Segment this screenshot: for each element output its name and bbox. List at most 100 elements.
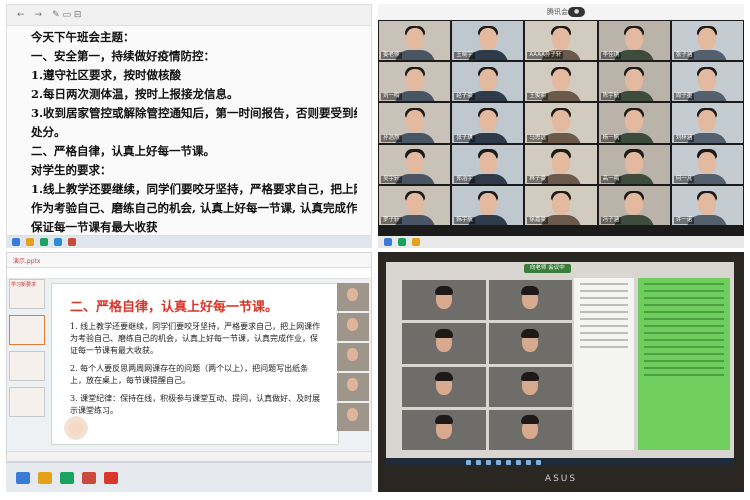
participant-name: 姜老师 [381, 52, 402, 60]
participant-tile[interactable]: 刘一鸣 [379, 62, 451, 102]
video-conference-window: 腾讯会议 ● 姜老师 王晓宇 AAAA孙子轩 李佳琪 张子涵刘一鸣 赵子豪 王俊熙 陈宇航 周子… [378, 4, 744, 236]
participant-tile[interactable]: 陈宇航 [598, 62, 670, 102]
participant-face [625, 192, 644, 215]
slide-thumbnail[interactable] [9, 351, 45, 381]
slide-thumbnail[interactable]: 学习新要求 [9, 279, 45, 309]
participant-name: 林子豪 [527, 175, 548, 183]
participant-name: 郑浩宇 [454, 175, 475, 183]
participant-camera [337, 373, 369, 401]
participant-name: 罗子轩 [381, 217, 402, 224]
participant-tile[interactable]: 吴宇轩 [379, 144, 451, 184]
participant-tile[interactable]: AAAA孙子轩 [525, 21, 597, 61]
participant-tile[interactable]: 冯子涵 [598, 185, 670, 225]
participant-face [625, 28, 644, 51]
meeting-icon[interactable] [54, 238, 62, 246]
folder-icon[interactable] [38, 471, 52, 484]
folder-icon[interactable] [412, 238, 420, 246]
participant-name: 许一诺 [673, 217, 695, 224]
participant-face [551, 28, 570, 51]
participant-face [405, 28, 424, 51]
browser-icon[interactable] [398, 238, 406, 246]
start-icon[interactable] [12, 238, 20, 246]
slide-paragraph: 3. 课堂纪律：保持在线，积极参与课堂互动、提问，认真做好、及时展示课堂练习。 [70, 394, 321, 415]
document-window: ← → ✎ ▭ ⊟ 今天下午班会主题： 一、安全第一，持续做好疫情防控： 1.遵… [6, 4, 372, 236]
participant-tile[interactable]: 孙浩然 [379, 103, 451, 143]
laptop-taskbar [386, 458, 734, 466]
browser-icon[interactable] [60, 471, 74, 484]
participant-tile[interactable]: 罗子轩 [379, 185, 451, 225]
forward-icon[interactable]: → [35, 10, 43, 20]
doc-line: 今天下午班会主题： [31, 30, 135, 44]
doc-line: 作为考验自己、磨练自己的机会, 认真上好每一节课, 认真完成作业, [31, 201, 357, 215]
presentation-icon[interactable] [104, 471, 118, 484]
participant-face [551, 110, 570, 133]
presentation-window: 演示.pptx 学习新要求 二、严格自律，认真上好每一节课。 1. 线上教学还要… [6, 252, 372, 462]
participant-face [698, 151, 717, 174]
participant-face [478, 151, 497, 174]
participant-tile[interactable]: 王俊熙 [525, 62, 597, 102]
laptop-brand-logo: ASUS [544, 474, 578, 484]
participant-tile[interactable]: 张子涵 [671, 21, 743, 61]
participant-tile[interactable]: 许一诺 [671, 185, 743, 225]
participant-tile [488, 409, 572, 450]
participant-tile[interactable]: 姜老师 [379, 21, 451, 61]
participant-tile[interactable]: 周子墨 [671, 62, 743, 102]
participant-tile[interactable]: 徐嘉豪 [525, 185, 597, 225]
participant-face [698, 69, 717, 92]
doc-line: 处分。 [31, 125, 66, 139]
participant-name: 马思远 [527, 134, 548, 142]
participant-tile[interactable]: 王晓宇 [452, 21, 524, 61]
doc-line: 二、严格自律，认真上好每一节课。 [31, 144, 215, 158]
participant-tile[interactable]: 高一鸣 [598, 144, 670, 184]
search-icon[interactable] [384, 238, 392, 246]
participant-tile[interactable]: 林子豪 [525, 144, 597, 184]
participant-name: 王晓宇 [454, 52, 475, 60]
slide-thumbnail[interactable] [9, 387, 45, 417]
participant-tile[interactable]: 李佳琪 [598, 21, 670, 61]
doc-line: 一、安全第一，持续做好疫情防控： [31, 49, 215, 63]
participant-tile [402, 323, 486, 364]
toolbar-tools-icon[interactable]: ✎ ▭ ⊟ [52, 10, 81, 20]
participant-tile[interactable]: 刘梓涵 [671, 103, 743, 143]
participant-name: 刘一鸣 [381, 93, 402, 101]
laptop-photo: 向老师 会议中 ASUS [378, 252, 744, 492]
browser-icon[interactable] [40, 238, 48, 246]
participant-name: 张子琪 [454, 134, 475, 142]
participant-tile[interactable]: 郑浩宇 [452, 144, 524, 184]
participant-grid: 姜老师 王晓宇 AAAA孙子轩 李佳琪 张子涵刘一鸣 赵子豪 王俊熙 陈宇航 周子墨孙浩然 张子琪… [378, 20, 744, 226]
status-bar [7, 451, 371, 461]
participant-name: 王俊熙 [527, 93, 548, 101]
participant-tile[interactable]: 韩宇航 [452, 185, 524, 225]
slide-thumbnails: 学习新要求 [9, 279, 45, 445]
doc-line: 2.每日两次测体温，按时上报接龙信息。 [31, 87, 239, 101]
participant-face [478, 28, 497, 51]
app-tab[interactable]: 演示.pptx [13, 256, 40, 265]
participant-name: AAAA孙子轩 [527, 52, 564, 60]
participant-tile[interactable]: 何一凡 [671, 144, 743, 184]
flower-decoration [64, 416, 88, 440]
taskbar-bottom-left [6, 462, 372, 492]
participant-tile [402, 366, 486, 407]
speaking-indicator: ● [568, 7, 586, 17]
participant-tile[interactable]: 杨一帆 [598, 103, 670, 143]
participant-tile[interactable]: 赵子豪 [452, 62, 524, 102]
participant-tile[interactable]: 张子琪 [452, 103, 524, 143]
office-icon[interactable] [68, 238, 76, 246]
slide-paragraph: 2. 每个人要反思两周网课存在的问题（两个以上），把问题写出纸条上，放在桌上，每… [70, 364, 309, 385]
document-toolbar: ← → ✎ ▭ ⊟ [7, 5, 371, 26]
doc-line: 1.线上教学还要继续，同学们要咬牙坚持，严格要求自己，把上网课 [31, 182, 357, 196]
participant-name: 何一凡 [673, 175, 695, 183]
laptop-video-grid [402, 280, 572, 450]
participant-camera [337, 313, 369, 341]
video-titlebar: 腾讯会议 ● [378, 4, 744, 20]
meeting-tab[interactable]: 向老师 会议中 [524, 264, 571, 273]
participant-tile[interactable]: 马思远 [525, 103, 597, 143]
participant-face [551, 192, 570, 215]
participant-name: 高一鸣 [600, 175, 622, 183]
start-icon[interactable] [16, 471, 30, 484]
slide-thumbnail[interactable] [9, 315, 45, 345]
folder-icon[interactable] [26, 238, 34, 246]
back-icon[interactable]: ← [17, 10, 25, 20]
office-icon[interactable] [82, 471, 96, 484]
chat-panel [574, 278, 634, 450]
